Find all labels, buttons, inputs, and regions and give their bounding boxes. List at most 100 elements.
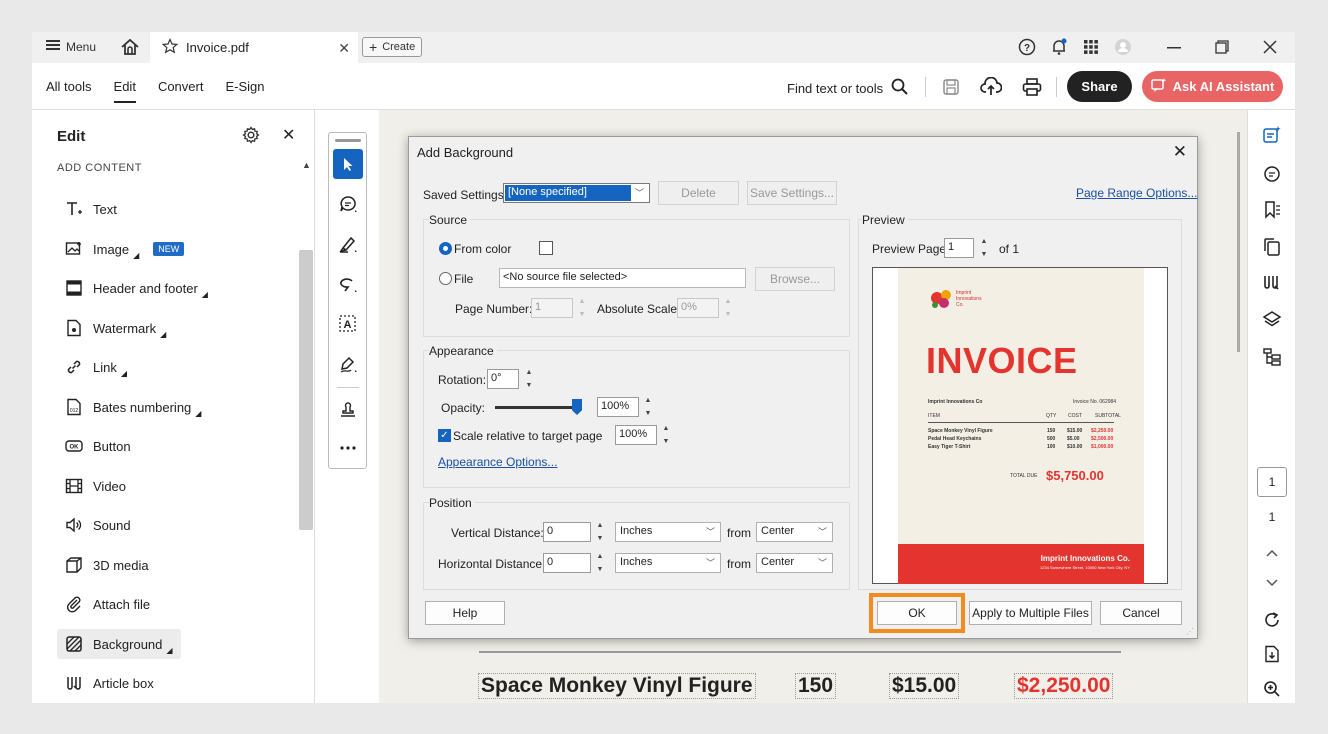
sidebar-item-sound[interactable]: Sound xyxy=(57,510,139,540)
scale-relative-checkbox[interactable]: ✓ xyxy=(438,429,451,442)
page-number-field[interactable]: 1 xyxy=(531,298,573,318)
close-window-icon[interactable] xyxy=(1261,38,1279,56)
drag-handle[interactable] xyxy=(335,139,361,142)
structure-icon[interactable] xyxy=(1262,347,1282,367)
from-color-radio[interactable] xyxy=(439,242,452,255)
doc-item-qty[interactable]: 150 xyxy=(795,673,837,699)
save-settings-button[interactable]: Save Settings... xyxy=(747,181,837,205)
sidebar-item-article-box[interactable]: Article box xyxy=(57,668,162,698)
zoom-in-icon[interactable] xyxy=(1262,679,1282,699)
horizontal-from-select[interactable]: Center ﹀ xyxy=(756,553,833,573)
delete-button[interactable]: Delete xyxy=(658,181,739,205)
page-up-icon[interactable] xyxy=(1262,543,1282,563)
apps-grid-icon[interactable] xyxy=(1082,38,1100,56)
text-select-icon[interactable]: A xyxy=(333,309,363,339)
close-dialog-icon[interactable]: ✕ xyxy=(1173,142,1187,162)
preview-page-stepper[interactable]: ▲ ▼ xyxy=(978,238,990,258)
doc-item-name[interactable]: Space Monkey Vinyl Figure xyxy=(478,673,756,699)
sidebar-item-attach-file[interactable]: Attach file xyxy=(57,589,158,619)
scale-stepper[interactable]: ▲ ▼ xyxy=(660,425,672,445)
tab-edit[interactable]: Edit xyxy=(113,79,137,103)
document-tab[interactable]: Invoice.pdf ✕ xyxy=(150,32,358,63)
saved-settings-select[interactable]: [None specified] ﹀ xyxy=(503,183,650,203)
source-file-field[interactable]: <No source file selected> xyxy=(499,268,746,288)
absolute-scale-field[interactable]: 0% xyxy=(677,298,719,318)
sidebar-item-text[interactable]: Text xyxy=(57,194,125,224)
horizontal-distance-stepper[interactable]: ▲ ▼ xyxy=(594,553,606,573)
create-button[interactable]: + Create xyxy=(362,37,423,57)
sidebar-item-background[interactable]: Background ◢ xyxy=(57,629,181,659)
page-range-options-link[interactable]: Page Range Options... xyxy=(1076,186,1197,200)
opacity-stepper[interactable]: ▲ ▼ xyxy=(642,397,654,417)
vertical-distance-stepper[interactable]: ▲ ▼ xyxy=(594,522,606,542)
tab-convert[interactable]: Convert xyxy=(158,79,204,94)
scroll-up-arrow[interactable]: ▲ xyxy=(302,160,311,170)
comments-icon[interactable] xyxy=(1262,164,1282,184)
scale-field[interactable]: 100% xyxy=(615,425,657,445)
close-tab-icon[interactable]: ✕ xyxy=(338,40,350,57)
ai-summary-icon[interactable] xyxy=(1262,125,1282,145)
star-icon[interactable] xyxy=(161,38,179,57)
sidebar-item-header-footer[interactable]: Header and footer ◢ xyxy=(57,273,216,303)
pages-icon[interactable] xyxy=(1262,237,1282,257)
sidebar-item-3d-media[interactable]: 3D media xyxy=(57,550,157,580)
sidebar-item-watermark[interactable]: Watermark ◢ xyxy=(57,313,174,343)
preview-page-field[interactable]: 1 xyxy=(944,238,974,258)
more-options-icon[interactable] xyxy=(333,433,363,463)
cloud-upload-icon[interactable] xyxy=(980,76,1002,98)
resize-grip-icon[interactable]: ⋰ xyxy=(1186,627,1194,636)
print-icon[interactable] xyxy=(1021,76,1043,98)
rotation-field[interactable]: 0° xyxy=(487,369,519,389)
save-icon[interactable] xyxy=(940,76,962,98)
gear-icon[interactable] xyxy=(242,126,260,147)
sidebar-item-bates-numbering[interactable]: 012 Bates numbering ◢ xyxy=(57,392,209,422)
vertical-from-select[interactable]: Center ﹀ xyxy=(756,522,833,542)
opacity-slider-track[interactable] xyxy=(495,406,580,409)
highlight-pen-icon[interactable] xyxy=(333,229,363,259)
ask-ai-assistant-button[interactable]: Ask AI Assistant xyxy=(1142,71,1283,102)
document-scrollbar[interactable] xyxy=(1237,132,1240,352)
panel-scrollbar[interactable] xyxy=(299,250,313,530)
select-cursor-icon[interactable] xyxy=(333,149,363,179)
opacity-field[interactable]: 100% xyxy=(597,397,639,417)
avatar[interactable] xyxy=(1114,38,1132,56)
sign-pen-icon[interactable] xyxy=(333,349,363,379)
horizontal-distance-field[interactable]: 0 xyxy=(543,553,591,573)
cancel-button[interactable]: Cancel xyxy=(1100,601,1182,625)
page-export-icon[interactable] xyxy=(1262,644,1282,664)
sidebar-item-image[interactable]: Image ◢ NEW xyxy=(57,234,192,264)
restore-icon[interactable] xyxy=(1213,38,1231,56)
menu-button[interactable]: Menu xyxy=(46,39,96,54)
appearance-options-link[interactable]: Appearance Options... xyxy=(438,455,557,469)
rotate-icon[interactable] xyxy=(1262,610,1282,630)
minimize-icon[interactable] xyxy=(1165,38,1183,56)
layers-icon[interactable] xyxy=(1262,310,1282,330)
file-radio[interactable] xyxy=(439,272,452,285)
home-icon[interactable] xyxy=(120,37,140,57)
current-page-input[interactable]: 1 xyxy=(1257,467,1287,497)
page-number-stepper[interactable]: ▲ ▼ xyxy=(576,298,588,318)
doc-item-subtotal[interactable]: $2,250.00 xyxy=(1014,673,1114,699)
share-button[interactable]: Share xyxy=(1067,71,1132,102)
comment-icon[interactable] xyxy=(333,189,363,219)
vertical-unit-select[interactable]: Inches ﹀ xyxy=(615,522,721,542)
close-panel-icon[interactable]: ✕ xyxy=(282,125,295,145)
page-down-icon[interactable] xyxy=(1262,573,1282,593)
rotation-stepper[interactable]: ▲ ▼ xyxy=(523,369,535,389)
sidebar-item-link[interactable]: Link ◢ xyxy=(57,352,135,382)
vertical-distance-field[interactable]: 0 xyxy=(543,522,591,542)
stamp-icon[interactable] xyxy=(333,395,363,425)
lasso-draw-icon[interactable] xyxy=(333,269,363,299)
sidebar-item-button[interactable]: OK Button xyxy=(57,431,139,461)
tab-all-tools[interactable]: All tools xyxy=(46,79,92,94)
article-icon[interactable] xyxy=(1262,273,1282,293)
bookmarks-icon[interactable] xyxy=(1262,200,1282,220)
browse-button[interactable]: Browse... xyxy=(755,267,835,291)
find-text-or-tools[interactable]: Find text or tools xyxy=(787,78,908,98)
doc-item-cost[interactable]: $15.00 xyxy=(889,673,960,699)
color-swatch-button[interactable] xyxy=(539,241,553,255)
notification-bell-icon[interactable] xyxy=(1050,38,1068,56)
sidebar-item-video[interactable]: Video xyxy=(57,471,134,501)
tab-e-sign[interactable]: E-Sign xyxy=(225,79,264,94)
absolute-scale-stepper[interactable]: ▲ ▼ xyxy=(722,298,734,318)
